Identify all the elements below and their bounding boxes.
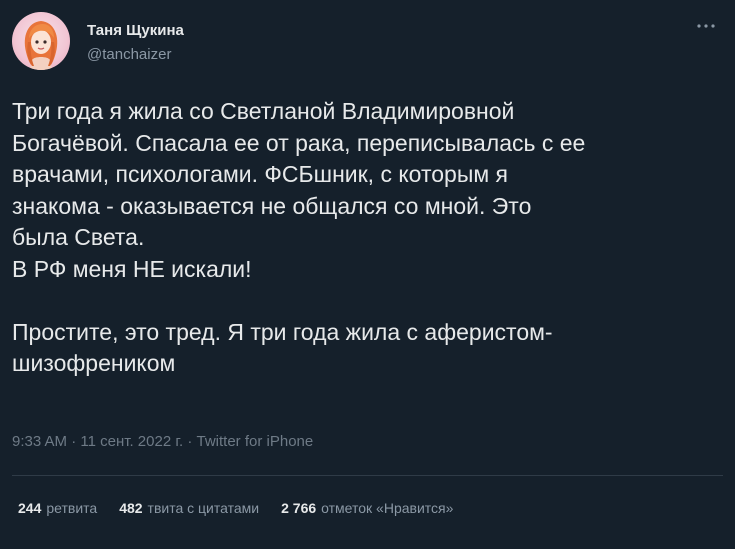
tweet-date[interactable]: 11 сент. 2022 г. xyxy=(80,433,183,450)
tweet-text-line: знакома - оказывается не общался со мной… xyxy=(12,192,532,219)
more-dots-glyph xyxy=(697,24,715,28)
avatar-illustration xyxy=(24,21,58,70)
retweets-label: ретвита xyxy=(46,500,98,516)
meta-separator: · xyxy=(183,433,197,450)
likes-label: отметок «Нравится» xyxy=(321,500,454,516)
tweet-text-line: была Света. xyxy=(12,224,145,250)
retweets-stat[interactable]: 244 ретвита xyxy=(18,500,97,516)
tweet-text: Три года я жила со Светланой Владимировн… xyxy=(12,96,712,380)
tweet-text-line: Три года я жила со Светланой Владимировн… xyxy=(12,98,515,124)
likes-stat[interactable]: 2 766 отметок «Нравится» xyxy=(281,500,453,516)
retweets-count: 244 xyxy=(18,500,42,516)
tweet-text-line: В РФ меня НЕ искали! xyxy=(12,255,252,282)
tweet-meta: 9:33 AM · 11 сент. 2022 г. · Twitter for… xyxy=(12,433,313,450)
tweet-source[interactable]: Twitter for iPhone xyxy=(197,433,314,450)
avatar[interactable] xyxy=(12,12,70,70)
tweet-card: Таня Щукина @tanchaizer Три года я жила … xyxy=(0,0,735,549)
meta-separator: · xyxy=(67,433,81,450)
tweet-stats: 244 ретвита 482 твита с цитатами 2 766 о… xyxy=(18,500,453,516)
tweet-text-line: шизофреником xyxy=(12,350,176,376)
display-name[interactable]: Таня Щукина xyxy=(87,22,184,39)
user-handle[interactable]: @tanchaizer xyxy=(87,46,171,63)
tweet-text-line: Простите, это тред. Я три года жила с аф… xyxy=(12,318,553,345)
tweet-text-line: врачами, психологами. ФСБшник, с которым… xyxy=(12,161,509,187)
tweet-text-blank-line xyxy=(12,285,712,317)
likes-count: 2 766 xyxy=(281,500,317,516)
tweet-time[interactable]: 9:33 AM xyxy=(12,433,67,450)
divider xyxy=(12,475,723,476)
tweet-text-line: Богачёвой. Спасала ее от рака, переписыв… xyxy=(12,129,586,156)
quotes-stat[interactable]: 482 твита с цитатами xyxy=(119,500,259,516)
quotes-count: 482 xyxy=(119,500,143,516)
quotes-label: твита с цитатами xyxy=(147,500,260,516)
more-dots-icon[interactable] xyxy=(693,16,719,36)
